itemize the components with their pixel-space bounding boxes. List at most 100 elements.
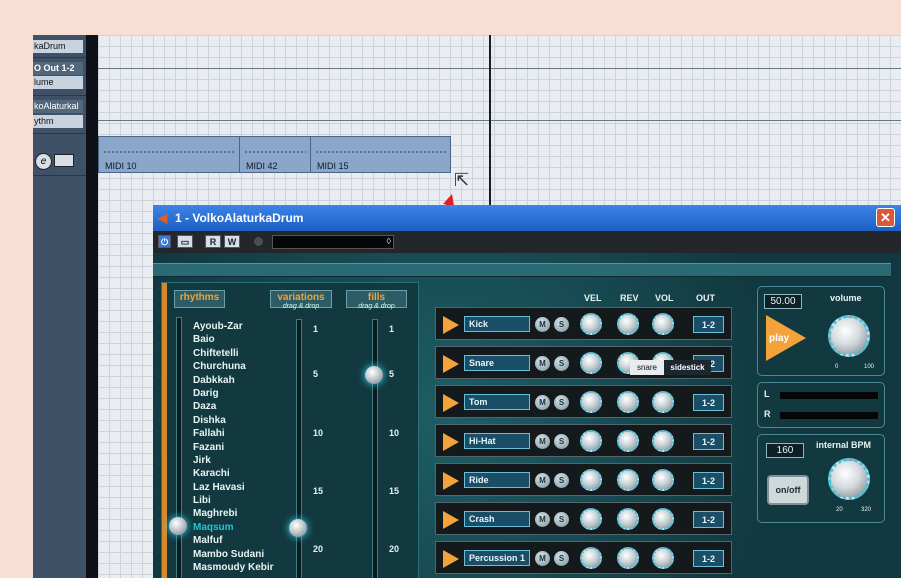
preset-field[interactable]: ◊ [272,235,394,249]
midi-part[interactable]: MIDI 42 [240,137,311,172]
rhythm-item[interactable]: Chiftetelli [193,347,274,360]
rhythm-item[interactable]: Maghrebi [193,507,274,520]
read-automation-button[interactable]: R [205,235,221,248]
solo-button[interactable]: S [554,356,569,371]
instrument-play-button[interactable] [443,472,459,490]
plugin-titlebar[interactable]: ◀ 1 - VolkoAlaturkaDrum ✕ [153,205,901,231]
velocity-knob[interactable] [580,430,602,452]
rhythm-item[interactable]: Malfuf [193,534,274,547]
velocity-knob[interactable] [580,469,602,491]
output-selector[interactable]: 1-2 [693,433,724,450]
reverb-knob[interactable] [617,547,639,569]
reverb-knob[interactable] [617,508,639,530]
fills-slider-handle[interactable] [365,366,383,384]
preset-dropdown-icon[interactable]: ◊ [387,236,391,246]
reverb-knob[interactable] [617,469,639,491]
solo-button[interactable]: S [554,434,569,449]
track-param[interactable]: lume [33,76,83,89]
close-button[interactable]: ✕ [876,208,895,227]
bpm-readout[interactable]: 160 [766,443,804,458]
velocity-knob[interactable] [580,391,602,413]
solo-button[interactable]: S [554,473,569,488]
mute-button[interactable]: M [535,395,550,410]
mute-button[interactable]: M [535,473,550,488]
volume-knob[interactable] [828,315,870,357]
rhythm-item[interactable]: Jirk [193,454,274,467]
rhythm-item[interactable]: Dishka [193,414,274,427]
output-selector[interactable]: 1-2 [693,316,724,333]
midi-part-lane[interactable]: MIDI 10 MIDI 42 MIDI 15 [98,136,451,173]
volume-readout[interactable]: 50.00 [764,294,802,309]
instrument-play-button[interactable] [443,394,459,412]
mute-button[interactable]: M [535,434,550,449]
variations-header[interactable]: variations drag & drop [270,290,332,310]
rhythm-item[interactable]: Libi [193,494,274,507]
midi-part[interactable]: MIDI 15 [311,137,450,172]
mute-button[interactable]: M [535,356,550,371]
rhythm-item[interactable]: Fazani [193,441,274,454]
rhythm-item[interactable]: Masmoudy Kebir [193,561,274,574]
volume-knob[interactable] [652,430,674,452]
power-button[interactable]: ⏻ [158,235,171,248]
velocity-knob[interactable] [580,547,602,569]
edit-icon[interactable]: e [35,153,52,170]
write-automation-button[interactable]: W [224,235,240,248]
output-selector[interactable]: 1-2 [693,394,724,411]
rhythm-item[interactable]: Mambo Sudani [193,548,274,561]
track-output[interactable]: O Out 1-2 [33,62,83,75]
volume-knob[interactable] [652,508,674,530]
rhythm-item[interactable]: Churchuna [193,360,274,373]
rhythm-item[interactable]: Ayoub-Zar [193,320,274,333]
mute-button[interactable]: M [535,512,550,527]
preset-button[interactable]: ▭ [177,235,193,248]
mute-button[interactable]: M [535,551,550,566]
bpm-knob[interactable] [828,458,870,500]
solo-button[interactable]: S [554,551,569,566]
sidestick-toggle[interactable]: sidestick [664,360,711,375]
snare-toggle[interactable]: snare [630,360,664,375]
rhythm-item[interactable]: Maqsum [193,521,274,534]
track-name[interactable]: kaDrum [33,40,83,53]
instrument-play-button[interactable] [443,316,459,334]
velocity-knob[interactable] [580,352,602,374]
rhythm-scroll-track[interactable] [176,317,182,578]
lock-icon[interactable] [54,154,74,167]
reverb-knob[interactable] [617,313,639,335]
bpm-onoff-button[interactable]: on/off [767,475,809,505]
midi-part[interactable]: MIDI 10 [99,137,240,172]
fills-slider-track[interactable] [372,319,378,578]
reverb-knob[interactable] [617,391,639,413]
output-selector[interactable]: 1-2 [693,511,724,528]
track-name[interactable]: koAlaturkal [33,100,83,113]
rhythm-scroll-handle[interactable] [169,517,187,535]
rhythm-item[interactable]: Laz Havasi [193,481,274,494]
reverb-knob[interactable] [617,430,639,452]
volume-knob[interactable] [652,547,674,569]
rhythm-item[interactable]: Dabkkah [193,374,274,387]
solo-button[interactable]: S [554,512,569,527]
instrument-play-button[interactable] [443,355,459,373]
velocity-knob[interactable] [580,313,602,335]
fills-header[interactable]: fills drag & drop [346,290,407,310]
rhythm-item[interactable]: Karachi [193,467,274,480]
variations-slider-handle[interactable] [289,519,307,537]
velocity-knob[interactable] [580,508,602,530]
output-selector[interactable]: 1-2 [693,550,724,567]
rhythm-item[interactable]: Fallahi [193,427,274,440]
instrument-play-button[interactable] [443,550,459,568]
solo-button[interactable]: S [554,317,569,332]
project-cursor[interactable] [489,35,491,205]
rhythm-item[interactable]: Darig [193,387,274,400]
rhythm-item[interactable]: Daza [193,400,274,413]
rhythm-item[interactable]: Baio [193,333,274,346]
volume-knob[interactable] [652,313,674,335]
mute-button[interactable]: M [535,317,550,332]
output-selector[interactable]: 1-2 [693,472,724,489]
volume-knob[interactable] [652,469,674,491]
variations-slider-track[interactable] [296,319,302,578]
track-param[interactable]: ythm [33,115,83,128]
instrument-play-button[interactable] [443,433,459,451]
volume-knob[interactable] [652,391,674,413]
instrument-play-button[interactable] [443,511,459,529]
solo-button[interactable]: S [554,395,569,410]
